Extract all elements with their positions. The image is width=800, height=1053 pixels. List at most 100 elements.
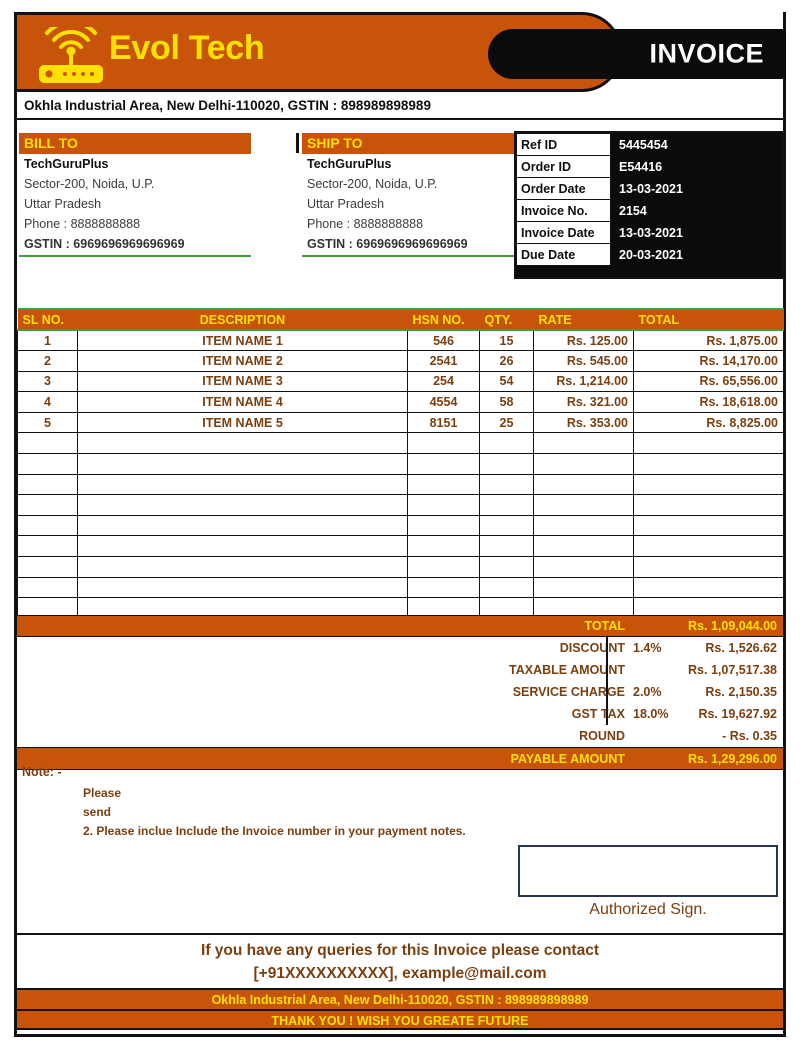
cell-rate: Rs. 125.00	[533, 329, 634, 352]
table-row: 3 ITEM NAME 3 254 54 Rs. 1,214.00 Rs. 65,556.…	[17, 370, 784, 393]
signature-label: Authorized Sign.	[589, 901, 707, 918]
items-table-grid: SL NO. DESCRIPTION HSN NO. QTY. RATE TOT…	[17, 308, 784, 619]
table-row: 5 ITEM NAME 5 8151 25 Rs. 353.00 Rs. 8,825.00	[17, 411, 784, 434]
cell-hsn: 8151	[407, 411, 480, 434]
totals-row-label: TAXABLE AMOUNT	[509, 663, 625, 677]
footer-queries-line-1: If you have any queries for this Invoice…	[201, 942, 599, 959]
col-header-hsn: HSN NO.	[407, 308, 480, 331]
table-row-empty	[17, 535, 784, 558]
col-header-sl: SL NO.	[17, 308, 78, 331]
grand-total-label: TOTAL	[584, 619, 625, 633]
cell-hsn: 2541	[407, 350, 480, 372]
reference-value: 5445454	[610, 133, 781, 156]
cell-desc: ITEM NAME 4	[77, 391, 408, 413]
cell-total: Rs. 1,875.00	[633, 329, 784, 352]
table-row-empty	[17, 494, 784, 516]
company-address: Okhla Industrial Area, New Delhi-110020,…	[24, 97, 431, 113]
reference-row: Due Date 20-03-2021	[516, 243, 781, 266]
cell-rate: Rs. 321.00	[533, 391, 634, 413]
table-row: 4 ITEM NAME 4 4554 58 Rs. 321.00 Rs. 18,618.0…	[17, 391, 784, 413]
cell-sl: 3	[17, 370, 78, 393]
ship-to-block: SHIP TO TechGuruPlus Sector-200, Noida, …	[302, 133, 534, 257]
totals-body: DISCOUNT 1.4% Rs. 1,526.62 TAXABLE AMOUNT Rs…	[17, 637, 783, 748]
table-row-empty	[17, 556, 784, 578]
ship-to-heading: SHIP TO	[302, 133, 534, 154]
note-line-1: Please	[83, 786, 122, 800]
company-address-bar: Okhla Industrial Area, New Delhi-110020,…	[17, 92, 783, 120]
totals-row-label: SERVICE CHARGE	[512, 685, 625, 699]
totals-row-value: Rs. 1,07,517.38	[688, 663, 777, 677]
totals-row-value: - Rs. 0.35	[722, 729, 777, 743]
cell-total: Rs. 65,556.00	[633, 370, 784, 393]
items-header-row: SL NO. DESCRIPTION HSN NO. QTY. RATE TOT…	[17, 308, 784, 331]
footer-address-bar: Okhla Industrial Area, New Delhi-110020,…	[17, 988, 783, 1009]
reference-value: E54416	[610, 155, 781, 178]
cell-sl: 5	[17, 411, 78, 434]
cell-sl: 1	[17, 329, 78, 352]
totals-row: DISCOUNT 1.4% Rs. 1,526.62	[17, 637, 783, 659]
invoice-header: Evol Tech INVOICE	[14, 12, 786, 92]
note-section: Note: - Please send 2. Please inclue Inc…	[17, 763, 783, 935]
reference-key: Due Date	[516, 243, 611, 266]
table-row-empty	[17, 576, 784, 599]
bill-to-name: TechGuruPlus	[24, 157, 109, 171]
reference-key: Ref ID	[516, 133, 611, 156]
totals-row-value: Rs. 1,526.62	[705, 641, 777, 655]
ship-to-phone: Phone : 8888888888	[307, 217, 424, 231]
cell-qty: 15	[479, 329, 534, 352]
footer-queries-line-2: [+91XXXXXXXXXX], example@mail.com	[253, 965, 547, 982]
cell-qty: 58	[479, 391, 534, 413]
reference-key: Order Date	[516, 177, 611, 200]
reference-table: Ref ID 5445454 Order ID E54416 Order Date 13-…	[514, 131, 783, 279]
totals-row-label: ROUND	[579, 729, 625, 743]
cell-hsn: 254	[407, 370, 480, 393]
totals-row-label: GST TAX	[571, 707, 625, 721]
grand-total-row: TOTAL Rs. 1,09,044.00	[17, 615, 783, 637]
reference-value: 13-03-2021	[610, 177, 781, 200]
reference-row: Ref ID 5445454	[516, 133, 781, 156]
table-row-empty	[17, 432, 784, 455]
bill-to-heading: BILL TO	[19, 133, 251, 154]
note-line-3: 2. Please inclue Include the Invoice num…	[83, 824, 466, 838]
grand-total-value: Rs. 1,09,044.00	[688, 619, 777, 633]
cell-total: Rs. 8,825.00	[633, 411, 784, 434]
reference-key: Order ID	[516, 155, 611, 178]
ship-to-gstin: GSTIN : 6969696969696969	[302, 234, 534, 257]
col-header-qty: QTY.	[479, 308, 534, 331]
page-title: INVOICE	[649, 38, 764, 69]
signature-box[interactable]	[518, 845, 778, 897]
totals-row: ROUND - Rs. 0.35	[17, 725, 783, 747]
cell-desc: ITEM NAME 5	[77, 411, 408, 434]
reference-row: Order ID E54416	[516, 155, 781, 178]
bill-to-block: BILL TO TechGuruPlus Sector-200, Noida, …	[19, 133, 251, 257]
totals-row: SERVICE CHARGE 2.0% Rs. 2,150.35	[17, 681, 783, 703]
table-row-empty	[17, 514, 784, 537]
wifi-router-icon	[33, 20, 109, 85]
reference-value: 20-03-2021	[610, 243, 781, 266]
reference-key: Invoice Date	[516, 221, 611, 244]
cell-total: Rs. 18,618.00	[633, 391, 784, 413]
reference-value: 2154	[610, 199, 781, 222]
col-header-rate: RATE	[533, 308, 634, 331]
totals-divider-line	[606, 637, 608, 725]
table-row: 1 ITEM NAME 1 546 15 Rs. 125.00 Rs. 1,875.00	[17, 329, 784, 352]
table-row-empty	[17, 473, 784, 496]
bill-to-phone: Phone : 8888888888	[24, 217, 141, 231]
footer-thanks-bar: THANK YOU ! WISH YOU GREATE FUTURE	[17, 1009, 783, 1030]
cell-sl: 2	[17, 350, 78, 372]
cell-rate: Rs. 353.00	[533, 411, 634, 434]
cell-sl: 4	[17, 391, 78, 413]
ship-to-address2: Uttar Pradesh	[307, 197, 385, 211]
cell-desc: ITEM NAME 2	[77, 350, 408, 372]
cell-qty: 26	[479, 350, 534, 372]
bill-to-address2: Uttar Pradesh	[24, 197, 102, 211]
totals-row-label: DISCOUNT	[559, 641, 625, 655]
totals-row: GST TAX 18.0% Rs. 19,627.92	[17, 703, 783, 725]
totals-section: TOTAL Rs. 1,09,044.00 DISCOUNT 1.4% Rs. 1,…	[17, 615, 783, 770]
reference-row: Order Date 13-03-2021	[516, 177, 781, 200]
note-title: Note: -	[22, 765, 62, 779]
note-line-2: send	[83, 805, 112, 819]
table-row: 2 ITEM NAME 2 2541 26 Rs. 545.00 Rs. 14,170.0…	[17, 350, 784, 372]
reference-row: Invoice Date 13-03-2021	[516, 221, 781, 244]
bill-to-address1: Sector-200, Noida, U.P.	[24, 177, 155, 191]
